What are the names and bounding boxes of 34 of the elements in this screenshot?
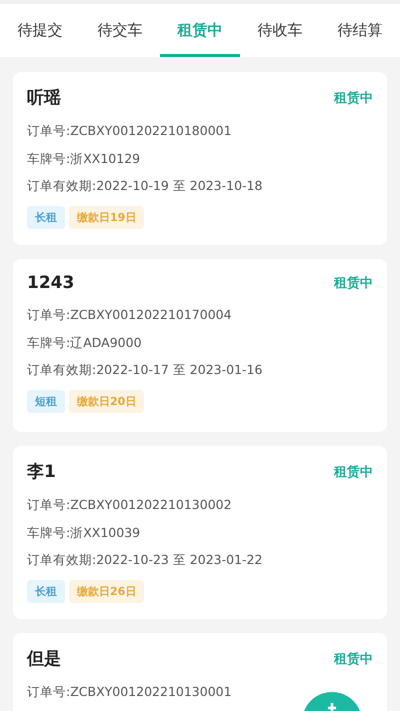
order-status: 租赁中 [334, 464, 373, 480]
tab[interactable]: 待交车 [80, 4, 160, 57]
payment-day-tag: 缴款日26日 [69, 580, 144, 602]
rental-term-tag: 长租 [27, 580, 65, 602]
order-detail: 订单号:ZCBXY001202210130002 [27, 496, 232, 514]
order-detail: 车牌号:辽ADA9000 [27, 334, 142, 352]
add-button[interactable] [302, 692, 362, 711]
order-card[interactable]: 但是 租赁中 订单号:ZCBXY001202210130001 [13, 633, 387, 711]
order-detail: 订单有效期:2022-10-17 至 2023-01-16 [27, 361, 262, 379]
plus-icon [326, 702, 338, 711]
order-detail: 订单有效期:2022-10-19 至 2023-10-18 [27, 177, 262, 195]
order-detail: 车牌号:浙XX10129 [27, 150, 140, 168]
order-detail: 订单有效期:2022-10-23 至 2023-01-22 [27, 551, 262, 569]
order-card[interactable]: 听瑶 租赁中 订单号:ZCBXY001202210180001 车牌号:浙XX10129 订单有效期:2022-10-19 至 2023-10-18 长租 缴款日19日 [13, 72, 387, 245]
customer-name: 但是 [27, 648, 61, 670]
customer-name: 1243 [27, 273, 74, 293]
rental-term-tag: 短租 [27, 390, 65, 412]
customer-name: 李1 [27, 461, 56, 483]
order-status: 租赁中 [334, 90, 373, 106]
order-detail: 车牌号:浙XX10039 [27, 524, 140, 542]
order-card[interactable]: 李1 租赁中 订单号:ZCBXY001202210130002 车牌号:浙XX10039 订单有效期:2022-10-23 至 2023-01-22 长租 缴款日26日 [13, 446, 387, 619]
order-card[interactable]: 1243 租赁中 订单号:ZCBXY001202210170004 车牌号:辽ADA9000 订单有效期:2022-10-17 至 2023-01-16 短租 缴款日20日 [13, 259, 387, 432]
order-detail: 订单号:ZCBXY001202210130001 [27, 683, 232, 701]
order-status: 租赁中 [334, 650, 373, 668]
customer-name: 听瑶 [27, 87, 61, 109]
payment-day-tag: 缴款日19日 [69, 206, 144, 228]
order-detail: 订单号:ZCBXY001202210170004 [27, 306, 232, 324]
tab[interactable]: 待收车 [240, 4, 320, 57]
tab[interactable]: 待结算 [320, 4, 400, 57]
tab[interactable]: 待提交 [0, 4, 80, 57]
payment-day-tag: 缴款日20日 [69, 390, 144, 412]
rental-term-tag: 长租 [27, 206, 65, 228]
order-detail: 订单号:ZCBXY001202210180001 [27, 122, 232, 140]
order-status: 租赁中 [334, 275, 373, 292]
